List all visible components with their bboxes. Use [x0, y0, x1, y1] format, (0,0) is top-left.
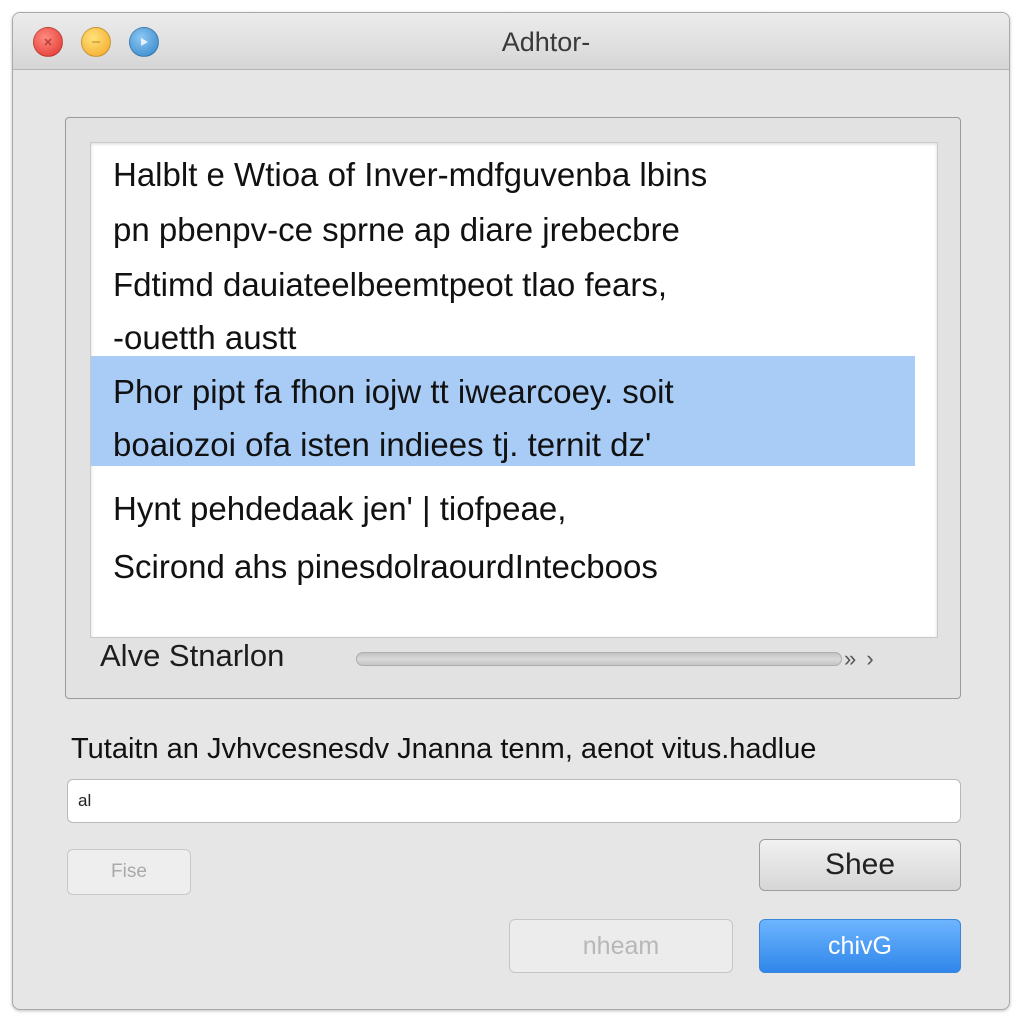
horizontal-scrollbar[interactable]	[356, 652, 842, 666]
primary-button[interactable]: chivG	[759, 919, 961, 973]
text-line: Fdtimd dauiateelbeemtpeot tlao fears,	[113, 266, 667, 303]
scroll-arrows-icon[interactable]: » ›	[844, 646, 876, 672]
dialog-window: Adhtor- Halblt e Wtioa of Inver-mdfguven…	[12, 12, 1010, 1010]
text-line: Halblt e Wtioa of Inver-mdfguvenba lbins	[113, 156, 708, 193]
files-button[interactable]: Fise	[67, 849, 191, 895]
text-view[interactable]: Halblt e Wtioa of Inver-mdfguvenba lbins…	[90, 142, 938, 638]
text-line: pn pbenpv-ce sprne ap diare jrebecbre	[113, 211, 680, 248]
share-button[interactable]: Shee	[759, 839, 961, 891]
text-line-selected: boaiozoi ofa isten indiees tj. ternit dz…	[113, 426, 652, 463]
window-title: Adhtor-	[501, 27, 591, 57]
text-line: Scirond ahs pinesdolraourdIntecboos	[113, 548, 658, 585]
text-line-selected: Phor pipt fa fhon iojw tt iwearcoey. soi…	[113, 373, 674, 410]
content-panel: Halblt e Wtioa of Inver-mdfguvenba lbins…	[65, 117, 961, 699]
text-line: -ouetth austt	[113, 319, 297, 356]
title-bar: Adhtor-	[13, 13, 1009, 70]
prompt-input[interactable]	[67, 779, 961, 823]
secondary-button[interactable]: nheam	[509, 919, 733, 973]
prompt-label: Tutaitn an Jvhvcesnesdv Jnanna tenm, aen…	[71, 733, 817, 765]
text-line: Hynt pehdedaak jen' | tiofpeae,	[113, 490, 567, 527]
panel-footer-label: Alve Stnarlon	[100, 638, 285, 673]
